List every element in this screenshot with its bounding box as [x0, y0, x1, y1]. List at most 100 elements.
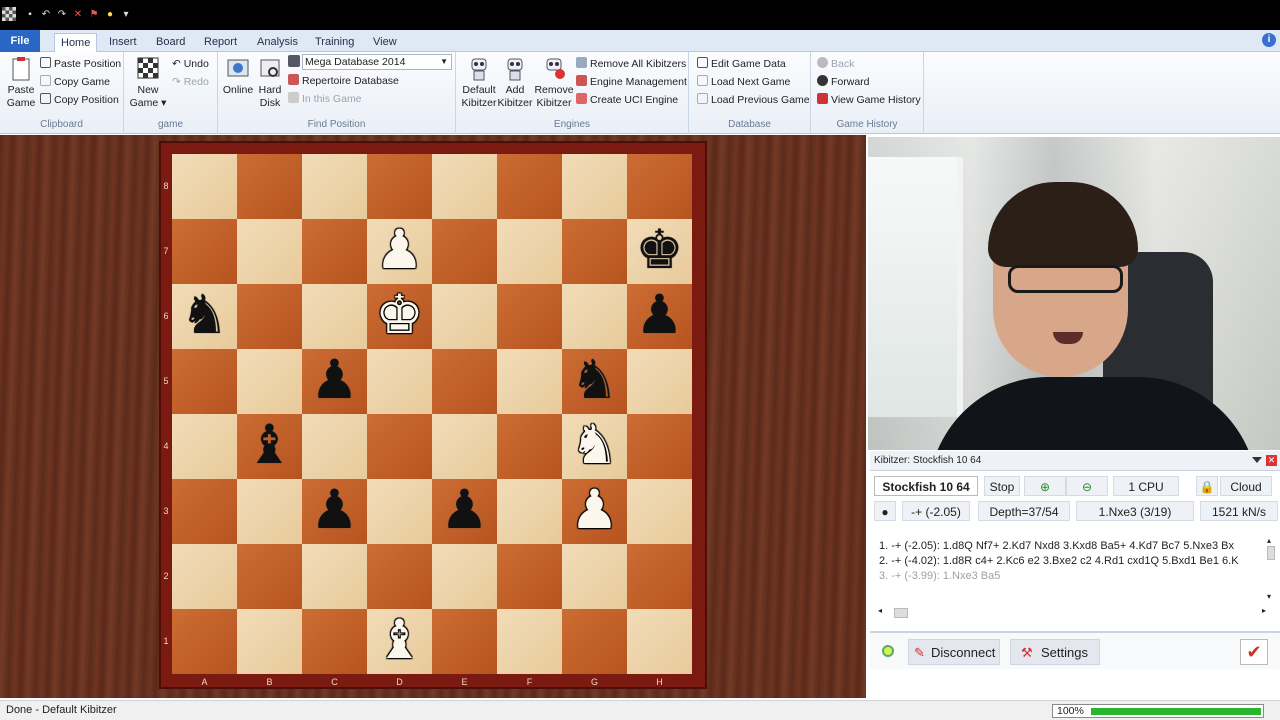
square-a7[interactable]	[172, 219, 237, 284]
square-c1[interactable]	[302, 609, 367, 674]
scroll-thumb[interactable]	[1267, 546, 1275, 560]
square-g6[interactable]	[562, 284, 627, 349]
square-g2[interactable]	[562, 544, 627, 609]
checkmark-icon[interactable]: ✔	[1240, 639, 1268, 665]
black-knight-g5[interactable]: ♞	[562, 349, 627, 414]
paste-game-button[interactable]: Paste Game	[4, 54, 38, 110]
square-e5[interactable]	[432, 349, 497, 414]
square-d3[interactable]	[367, 479, 432, 544]
square-b8[interactable]	[237, 154, 302, 219]
square-a4[interactable]	[172, 414, 237, 479]
black-pawn-c5[interactable]: ♟	[302, 349, 367, 414]
load-next-game-button[interactable]: Load Next Game	[697, 74, 790, 90]
tab-file[interactable]: File	[0, 30, 40, 52]
square-d2[interactable]	[367, 544, 432, 609]
horizontal-scrollbar[interactable]: ◂ ▸	[878, 606, 1266, 618]
flag-icon[interactable]: ⚑	[88, 9, 100, 21]
hard-disk-button[interactable]: Hard Disk	[256, 54, 284, 110]
cloud-button[interactable]: Cloud	[1220, 476, 1272, 496]
square-g7[interactable]	[562, 219, 627, 284]
tab-home[interactable]: Home	[54, 33, 98, 53]
online-button[interactable]: Online	[220, 54, 256, 97]
square-h8[interactable]	[627, 154, 692, 219]
undo-button[interactable]: ↶ Undo	[172, 56, 209, 72]
square-e1[interactable]	[432, 609, 497, 674]
remove-all-kibitzers-button[interactable]: Remove All Kibitzers	[576, 56, 686, 72]
square-c6[interactable]	[302, 284, 367, 349]
tab-insert[interactable]: Insert	[103, 33, 143, 52]
add-kibitzer-button[interactable]: Add Kibitzer	[496, 54, 534, 110]
paste-position-button[interactable]: Paste Position	[40, 56, 121, 72]
square-a8[interactable]	[172, 154, 237, 219]
tab-view[interactable]: View	[367, 33, 403, 52]
square-h4[interactable]	[627, 414, 692, 479]
in-this-game-button[interactable]: In this Game	[288, 91, 362, 107]
square-b3[interactable]	[237, 479, 302, 544]
analysis-lines[interactable]: 1. -+ (-2.05): 1.d8Q Nf7+ 2.Kd7 Nxd8 3.K…	[870, 536, 1266, 596]
stop-button[interactable]: Stop	[984, 476, 1020, 496]
black-bishop-b4[interactable]: ♝	[237, 414, 302, 479]
hscroll-thumb[interactable]	[894, 608, 908, 618]
square-h5[interactable]	[627, 349, 692, 414]
square-a3[interactable]	[172, 479, 237, 544]
square-c4[interactable]	[302, 414, 367, 479]
square-d8[interactable]	[367, 154, 432, 219]
white-pawn-g3[interactable]: ♟	[562, 479, 627, 544]
square-f2[interactable]	[497, 544, 562, 609]
square-b6[interactable]	[237, 284, 302, 349]
delete-icon[interactable]: ✕	[72, 9, 84, 21]
square-g1[interactable]	[562, 609, 627, 674]
view-game-history-button[interactable]: View Game History	[817, 92, 921, 108]
square-h2[interactable]	[627, 544, 692, 609]
redo-button[interactable]: ↷ Redo	[172, 74, 209, 90]
white-knight-g4[interactable]: ♞	[562, 414, 627, 479]
tab-board[interactable]: Board	[150, 33, 191, 52]
scroll-right-icon[interactable]: ▸	[1262, 606, 1266, 615]
square-b2[interactable]	[237, 544, 302, 609]
save-icon[interactable]: ▪	[24, 9, 36, 21]
square-a1[interactable]	[172, 609, 237, 674]
white-pawn-d7[interactable]: ♟	[367, 219, 432, 284]
edit-game-data-button[interactable]: Edit Game Data	[697, 56, 786, 72]
app-icon[interactable]	[2, 7, 16, 21]
scroll-down-icon[interactable]: ▾	[1267, 592, 1271, 601]
square-c8[interactable]	[302, 154, 367, 219]
chessboard[interactable]: ♟ ♚ ♞ ♚ ♟ ♟ ♞ ♝ ♞ ♟ ♟ ♟ ♝	[172, 154, 692, 674]
square-h3[interactable]	[627, 479, 692, 544]
black-pawn-c3[interactable]: ♟	[302, 479, 367, 544]
tab-analysis[interactable]: Analysis	[251, 33, 304, 52]
analysis-line[interactable]: 1. -+ (-2.05): 1.d8Q Nf7+ 2.Kd7 Nxd8 3.K…	[879, 539, 1234, 554]
white-bishop-d1[interactable]: ♝	[367, 609, 432, 674]
square-a5[interactable]	[172, 349, 237, 414]
square-c2[interactable]	[302, 544, 367, 609]
database-select[interactable]: Mega Database 2014 ▼	[302, 54, 452, 70]
square-g8[interactable]	[562, 154, 627, 219]
analysis-line[interactable]: 2. -+ (-4.02): 1.d8R c4+ 2.Kc6 e2 3.Bxe2…	[879, 554, 1239, 569]
redo-icon[interactable]: ↷	[56, 9, 68, 21]
square-e2[interactable]	[432, 544, 497, 609]
copy-position-button[interactable]: Copy Position	[40, 92, 119, 108]
undo-icon[interactable]: ↶	[40, 9, 52, 21]
help-icon[interactable]: i	[1262, 33, 1276, 47]
engine-name-button[interactable]: Stockfish 10 64	[874, 476, 978, 496]
scroll-up-icon[interactable]: ▴	[1267, 536, 1271, 545]
black-pawn-e3[interactable]: ♟	[432, 479, 497, 544]
forward-button[interactable]: Forward	[817, 74, 870, 90]
square-c7[interactable]	[302, 219, 367, 284]
engine-status-icon[interactable]: ●	[874, 501, 896, 521]
repertoire-database-button[interactable]: Repertoire Database	[288, 73, 399, 89]
close-icon[interactable]: ✕	[1266, 455, 1277, 466]
square-a2[interactable]	[172, 544, 237, 609]
lock-icon[interactable]: 🔒	[1196, 476, 1218, 496]
load-previous-game-button[interactable]: Load Previous Game	[697, 92, 810, 108]
square-b1[interactable]	[237, 609, 302, 674]
square-h1[interactable]	[627, 609, 692, 674]
square-b7[interactable]	[237, 219, 302, 284]
square-f4[interactable]	[497, 414, 562, 479]
tab-report[interactable]: Report	[198, 33, 243, 52]
square-f5[interactable]	[497, 349, 562, 414]
analysis-line[interactable]: 3. -+ (-3.99): 1.Nxe3 Ba5	[879, 569, 1000, 584]
light-icon[interactable]: ●	[104, 9, 116, 21]
square-f8[interactable]	[497, 154, 562, 219]
square-f3[interactable]	[497, 479, 562, 544]
